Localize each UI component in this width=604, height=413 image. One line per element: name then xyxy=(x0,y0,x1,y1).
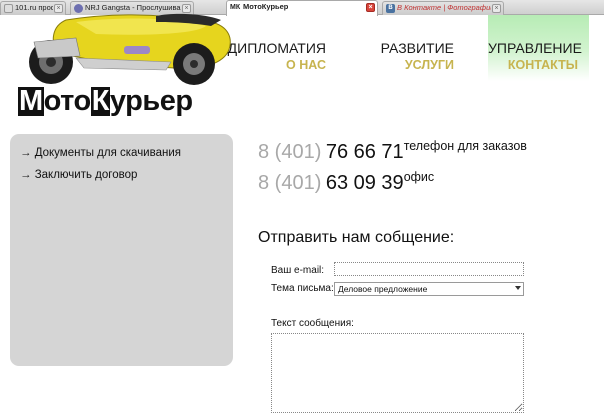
nav-main-label[interactable]: УПРАВЛЕНИЕ xyxy=(488,40,584,56)
nav-item-management: УПРАВЛЕНИЕ КОНТАКТЫ xyxy=(488,15,584,72)
nav-item-diplomacy: ДИПЛОМАТИЯ О НАС xyxy=(226,40,326,74)
logo-text-part1: ото xyxy=(43,85,92,117)
email-field[interactable] xyxy=(334,262,524,276)
phone-note: телефон для заказов xyxy=(403,139,527,153)
tab-title: МотоКурьер xyxy=(243,2,289,11)
sidebar-link-contract[interactable]: → Заключить договор xyxy=(20,164,233,186)
phone-number: 76 66 71 xyxy=(325,141,404,163)
nav-main-label[interactable]: ДИПЛОМАТИЯ xyxy=(226,40,326,56)
logo-letter-k: К xyxy=(90,85,110,117)
nav-link-services[interactable]: УСЛУГИ xyxy=(378,56,454,74)
phone-area-code: 8 (401) xyxy=(258,172,322,194)
subject-selected-value: Деловое предложение xyxy=(338,284,428,294)
phone-orders: 8 (401) 76 66 71телефон для заказов xyxy=(258,139,527,164)
nav-main-label[interactable]: РАЗВИТИЕ xyxy=(378,40,454,56)
subject-label: Тема письма: xyxy=(271,283,334,294)
close-tab-icon[interactable]: × xyxy=(366,3,375,12)
tab-title: В Контакте | Фотографии xyxy=(397,3,491,12)
nav-item-development: РАЗВИТИЕ УСЛУГИ xyxy=(378,40,454,74)
phone-area-code: 8 (401) xyxy=(258,141,322,163)
subject-select[interactable]: Деловое предложение xyxy=(334,282,524,296)
message-label: Текст сообщения: xyxy=(271,318,354,329)
sidebar-link-documents[interactable]: → Документы для скачивания xyxy=(20,142,233,164)
browser-tab-motokurier[interactable]: МК МотоКурьер × xyxy=(226,0,378,16)
nav-link-about[interactable]: О НАС xyxy=(226,56,326,74)
browser-tab-vk[interactable]: В В Контакте | Фотографии × xyxy=(382,1,504,15)
logo-letter-m: М xyxy=(18,85,44,117)
message-textarea[interactable] xyxy=(271,333,524,413)
chevron-down-icon xyxy=(515,286,521,290)
site-logo[interactable]: Мото Курьер xyxy=(18,86,193,116)
form-title: Отправить нам собщение: xyxy=(258,229,455,246)
phone-note: офис xyxy=(403,170,435,184)
sidebar: → Документы для скачивания → Заключить д… xyxy=(10,134,233,366)
mk-site-icon: МК xyxy=(230,4,241,11)
email-label: Ваш e-mail: xyxy=(271,265,325,276)
close-tab-icon[interactable]: × xyxy=(492,4,501,13)
phone-number: 63 09 39 xyxy=(325,172,404,194)
phone-office: 8 (401) 63 09 39офис xyxy=(258,170,435,195)
vk-icon: В xyxy=(386,4,395,13)
logo-text-part2: урьер xyxy=(109,85,193,117)
scooter-illustration xyxy=(29,13,231,85)
nav-link-contacts[interactable]: КОНТАКТЫ xyxy=(488,56,584,74)
